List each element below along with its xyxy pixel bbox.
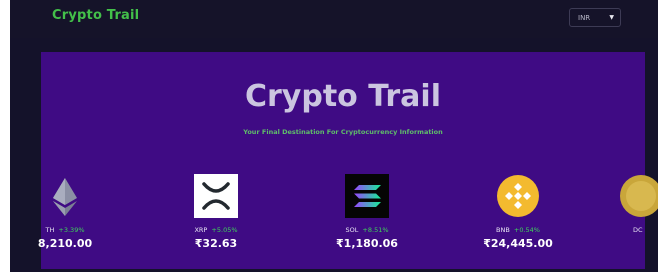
app-window: Crypto Trail INR ▼ Crypto Trail Your Fin…: [10, 0, 658, 272]
coin-price: ₹1,180.06: [336, 237, 398, 250]
carousel-item-bnb[interactable]: BNB +0.54% ₹24,445.00: [458, 174, 578, 250]
hero-banner: Crypto Trail Your Final Destination For …: [38, 52, 658, 269]
carousel-item-xrp[interactable]: XRP +5.05% ₹32.63: [156, 174, 276, 250]
coin-symbol: TH: [45, 226, 55, 234]
bnb-icon: [496, 174, 540, 218]
coin-symbol: XRP: [194, 226, 208, 234]
xrp-icon: [194, 174, 238, 218]
coin-price: ₹32.63: [194, 237, 238, 250]
hero-subtitle: Your Final Destination For Cryptocurrenc…: [243, 128, 443, 136]
carousel-item-eth[interactable]: TH +3.39% 8,210.00: [10, 174, 125, 250]
currency-select[interactable]: INR ▼: [569, 8, 621, 27]
ethereum-icon: [43, 174, 87, 218]
coin-price: 8,210.00: [37, 237, 93, 250]
navbar: Crypto Trail INR ▼: [10, 0, 658, 38]
carousel-item-doge[interactable]: DC: [601, 174, 658, 234]
coin-price: ₹24,445.00: [483, 237, 553, 250]
coin-symbol: SOL: [345, 226, 359, 234]
currency-select-value: INR: [578, 14, 591, 22]
coin-change: +3.39%: [58, 226, 85, 234]
carousel-item-sol[interactable]: SOL +8.51% ₹1,180.06: [307, 174, 427, 250]
coin-change: +0.54%: [513, 226, 540, 234]
coin-symbol: BNB: [496, 226, 510, 234]
coin-change: +8.51%: [362, 226, 389, 234]
caret-down-icon: ▼: [609, 14, 614, 21]
coin-change: +5.05%: [211, 226, 238, 234]
coin-symbol: DC: [633, 226, 643, 234]
solana-icon: [345, 174, 389, 218]
brand-logo[interactable]: Crypto Trail: [52, 8, 139, 23]
hero-title: Crypto Trail: [244, 79, 441, 114]
dogecoin-icon: [619, 174, 658, 218]
